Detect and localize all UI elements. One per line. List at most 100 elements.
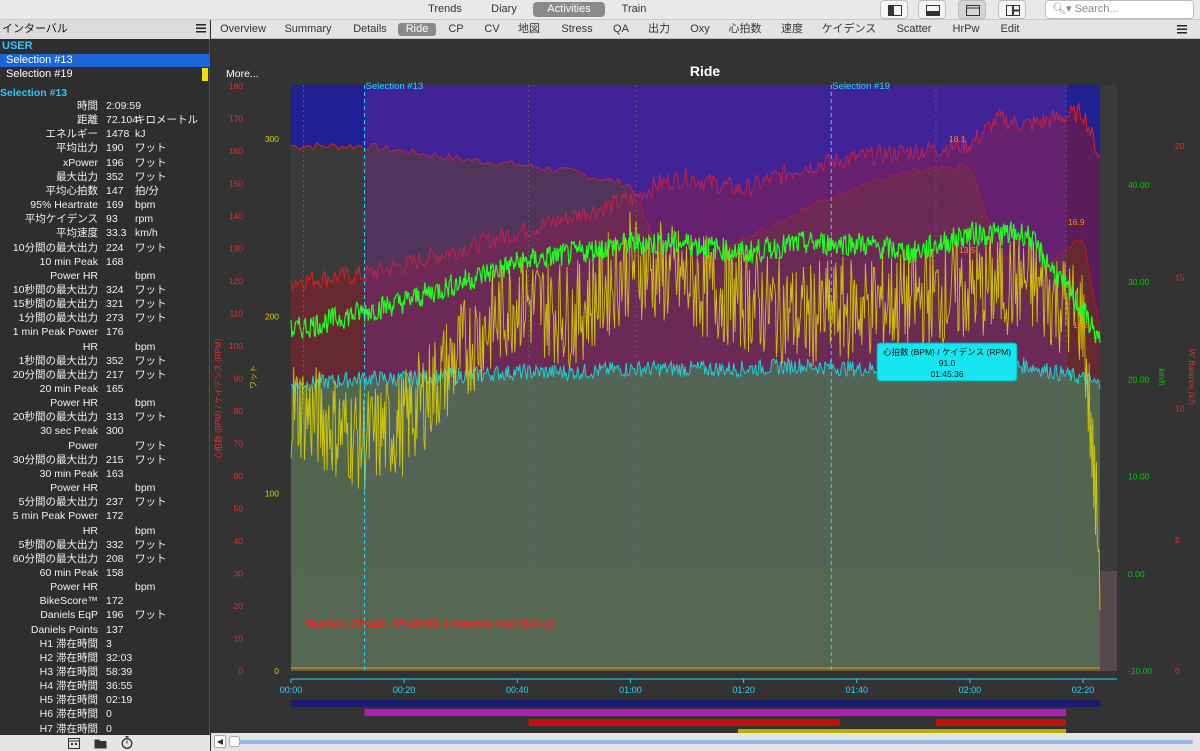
metric-row: 平均速度 33.3 km/h: [0, 226, 210, 240]
search-input[interactable]: 🔍︎▾ Search...: [1045, 0, 1194, 19]
metric-unit: bpm: [135, 199, 156, 212]
metric-value: 02:19: [106, 694, 133, 707]
metric-row: 20 min Peak 165: [0, 382, 210, 396]
wbal-axis-tick: 20: [1175, 141, 1185, 151]
tab-3[interactable]: Ride: [398, 23, 436, 36]
tab-6[interactable]: 地図: [518, 23, 540, 36]
metric-value: 165: [106, 383, 124, 395]
metric-row: 平均出力 190 ワット: [0, 141, 210, 155]
sidebar-title: インターバル: [2, 23, 68, 35]
toggle-sidebar-button[interactable]: [880, 0, 908, 19]
metric-label: Daniels EqP: [40, 609, 98, 622]
folder-icon[interactable]: [94, 737, 107, 749]
tab-12[interactable]: 速度: [781, 23, 803, 36]
wprime-match-label: 16.9: [1068, 217, 1085, 227]
interval-group-user[interactable]: USER: [0, 40, 210, 53]
toggle-bottom-panel-button[interactable]: [918, 0, 946, 19]
hr-axis-tick: 100: [229, 341, 243, 351]
metric-unit: rpm: [135, 213, 154, 226]
metric-row: Power HR bpm: [0, 269, 210, 283]
calendar-icon[interactable]: [68, 737, 80, 749]
stopwatch-icon[interactable]: [121, 736, 133, 749]
interval-bar: [364, 709, 1067, 716]
tab-9[interactable]: 出力: [648, 23, 670, 36]
tiles-icon: [1006, 5, 1020, 16]
metric-value: 352: [106, 170, 124, 183]
hr-axis-tick: 20: [234, 601, 244, 611]
ride-chart[interactable]: Ride More... Selection #13 Selection #19 0 10…: [211, 39, 1200, 733]
metric-row: 30分間の最大出力 215 ワット: [0, 453, 210, 467]
metric-row: H1 滞在時間 3: [0, 637, 210, 651]
metric-label: 5分間の最大出力: [18, 496, 98, 509]
hamburger-menu-icon[interactable]: [1177, 25, 1187, 34]
metric-value: 217: [106, 368, 124, 381]
scroll-track[interactable]: [233, 740, 1193, 744]
tab-10[interactable]: Oxy: [688, 23, 712, 36]
tab-7[interactable]: Stress: [559, 23, 595, 36]
metric-row: 60分間の最大出力 208 ワット: [0, 552, 210, 566]
more-button[interactable]: More...: [226, 68, 259, 80]
hr-axis-tick: 150: [229, 179, 243, 189]
sidebar-icon: [888, 5, 902, 16]
metric-value: 163: [106, 467, 124, 480]
interval-item-selection-13[interactable]: Selection #13: [0, 54, 210, 67]
metric-row: 最大出力 352 ワット: [0, 170, 210, 184]
layout-tiles-button[interactable]: [998, 0, 1026, 19]
hamburger-menu-icon[interactable]: [196, 24, 206, 33]
metric-row: 30 min Peak 163: [0, 467, 210, 481]
hr-axis-tick: 170: [229, 114, 243, 124]
metric-value: 32:03: [106, 651, 133, 664]
power-axis-tick: 100: [265, 489, 279, 499]
metric-label: H1 滞在時間: [39, 637, 98, 650]
speed-axis-label: km/h: [1157, 368, 1166, 385]
metric-label: エネルギー: [45, 128, 99, 141]
top-tab-train[interactable]: Train: [617, 2, 651, 17]
tab-14[interactable]: Scatter: [894, 23, 934, 36]
tab-15[interactable]: HrPw: [951, 23, 981, 36]
interval-item-selection-19[interactable]: Selection #19: [0, 68, 210, 81]
scroll-thumb[interactable]: [229, 736, 240, 747]
metric-label: 60分間の最大出力: [12, 552, 98, 565]
metric-unit: bpm: [135, 482, 156, 495]
metric-row: 20分間の最大出力 217 ワット: [0, 368, 210, 382]
metric-value: 0: [106, 722, 112, 735]
hr-axis-label: 心拍数 (BPM) / ケイデンス (RPM): [213, 338, 223, 459]
metric-value: 352: [106, 354, 124, 367]
metric-unit: ワット: [135, 609, 167, 622]
metric-label: BikeScore™: [39, 595, 98, 608]
tab-13[interactable]: ケイデンス: [821, 23, 877, 36]
layout-tabs-button[interactable]: [958, 0, 986, 19]
wbal-axis-tick: 0: [1175, 666, 1180, 676]
metric-row: Power HR bpm: [0, 481, 210, 495]
tab-2[interactable]: Details: [351, 23, 389, 36]
metric-value: 2:09:59: [106, 100, 142, 112]
metric-unit: ワット: [135, 283, 167, 296]
metric-label: xPower: [62, 156, 98, 169]
speed-axis-tick: 20.00: [1128, 374, 1150, 384]
top-tab-activities[interactable]: Activities: [533, 2, 605, 17]
scroll-left-button[interactable]: ◀: [214, 735, 226, 748]
wbal-axis-tick: 15: [1175, 272, 1185, 282]
hr-axis-tick: 40: [234, 536, 244, 546]
tab-4[interactable]: CP: [447, 23, 465, 36]
view-tabbar: Overview Summary Details Ride CP CV 地図 Stress QA…: [211, 20, 1200, 39]
chart-scrollbar[interactable]: ◀: [211, 733, 1200, 751]
tab-0[interactable]: Overview: [219, 23, 267, 36]
metric-label: Power HR: [50, 581, 98, 594]
metric-value: 190: [106, 142, 124, 155]
metric-label: 30分間の最大出力: [12, 453, 98, 466]
hr-axis-tick: 10: [234, 634, 244, 644]
speed-axis-tick: 0.00: [1128, 569, 1145, 579]
metric-row: BikeScore™ 172: [0, 594, 210, 608]
metric-label: H6 滞在時間: [39, 708, 98, 721]
top-tab-trends[interactable]: Trends: [427, 2, 463, 17]
tab-8[interactable]: QA: [611, 23, 631, 36]
hr-axis-tick: 50: [234, 504, 244, 514]
tab-1[interactable]: Summary: [283, 23, 333, 36]
metric-row: エネルギー 1478 kJ: [0, 127, 210, 141]
top-tab-diary[interactable]: Diary: [487, 2, 521, 17]
metric-label: 1分間の最大出力: [18, 312, 98, 325]
tab-11[interactable]: 心拍数: [728, 23, 762, 36]
tab-16[interactable]: Edit: [998, 23, 1022, 36]
tab-5[interactable]: CV: [483, 23, 501, 36]
